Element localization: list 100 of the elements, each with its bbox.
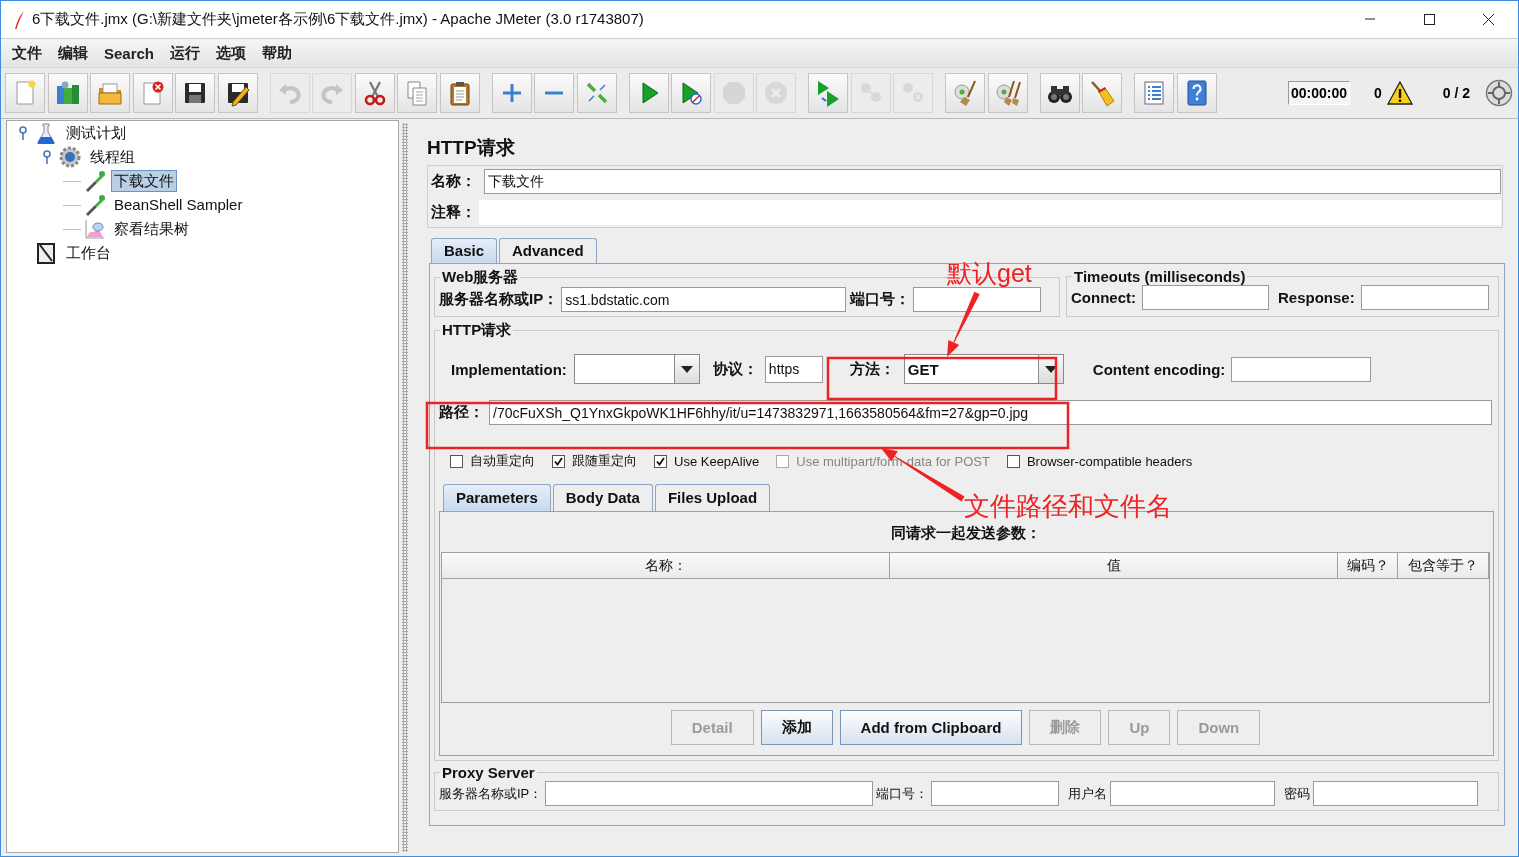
method-dropdown[interactable]: GET	[903, 354, 1064, 384]
group-title: Web服务器	[441, 268, 520, 287]
text-field[interactable]	[931, 781, 1060, 806]
menu-item[interactable]: 选项	[208, 43, 255, 63]
menu-item[interactable]: 帮助	[254, 43, 301, 63]
chart-icon	[83, 218, 105, 240]
help-book-button[interactable]	[1176, 73, 1217, 113]
tree-item[interactable]: BeanShell Sampler	[111, 194, 246, 216]
column-header: 值	[890, 553, 1338, 578]
menu-item[interactable]: 编辑	[50, 43, 96, 63]
field-label: Response:	[1278, 289, 1355, 306]
broom-gear-icon	[951, 79, 979, 107]
caret-icon	[1044, 365, 1057, 373]
field-label: 名称：	[431, 172, 476, 191]
action-button[interactable]: Add from Clipboard	[839, 710, 1023, 745]
field-label: 路径：	[439, 403, 484, 422]
field-label: 端口号：	[876, 784, 929, 803]
brooms-gear-button[interactable]	[987, 73, 1028, 113]
expanded-handle-icon[interactable]	[42, 150, 52, 164]
list-button[interactable]	[1134, 73, 1174, 113]
tab[interactable]: Files Upload	[654, 484, 771, 511]
checkbox-label: Use KeepAlive	[674, 453, 760, 469]
response-field[interactable]	[1360, 285, 1489, 310]
field-label: 服务器名称或IP：	[439, 290, 559, 309]
plus-button[interactable]	[491, 73, 532, 113]
port-field[interactable]	[913, 287, 1042, 312]
tree-item[interactable]: 测试计划	[63, 122, 129, 144]
menu-item[interactable]: Search	[96, 44, 163, 62]
tab[interactable]: Body Data	[552, 484, 653, 511]
field-label: 服务器名称或IP：	[439, 784, 543, 803]
maximize-icon	[1423, 13, 1436, 26]
group-title: Timeouts (milliseconds)	[1073, 268, 1247, 285]
close-icon	[1482, 13, 1495, 26]
name-field[interactable]: 下载文件	[484, 169, 1501, 194]
tree-item[interactable]: 下载文件	[111, 170, 177, 192]
text-field[interactable]	[1110, 781, 1276, 806]
checkbox-label: Browser-compatible headers	[1026, 453, 1193, 469]
check-icon	[656, 456, 665, 466]
tree-item[interactable]: 察看结果树	[111, 218, 192, 240]
expanded-handle-icon[interactable]	[18, 126, 28, 140]
broom-gear-button[interactable]	[945, 73, 985, 113]
tree-item[interactable]: 线程组	[87, 146, 138, 168]
encoding-field[interactable]	[1231, 356, 1372, 382]
thread-count: 0 / 2	[1442, 85, 1470, 101]
checkbox-label: 自动重定向	[470, 452, 535, 470]
window-title: 6下载文件.jmx (G:\新建文件夹\jmeter各示例\6下载文件.jmx) - Apache JMeter (3.0 r1743807)	[32, 10, 644, 29]
group-title: Proxy Server	[441, 764, 536, 781]
scissors-button[interactable]	[354, 73, 395, 113]
arrow	[947, 291, 980, 357]
checkbox[interactable]	[654, 454, 667, 468]
floppy-pencil-button[interactable]	[217, 73, 258, 113]
tab[interactable]: Parameters	[443, 484, 551, 511]
minus-button[interactable]	[534, 73, 574, 113]
implementation-dropdown[interactable]	[573, 354, 700, 384]
text-field[interactable]	[545, 781, 874, 806]
connect-field[interactable]	[1142, 285, 1269, 310]
folder-button[interactable]	[90, 73, 130, 113]
minus-icon	[545, 91, 563, 95]
field-label: 注释：	[431, 203, 476, 222]
books-button[interactable]	[47, 73, 88, 113]
menu-item[interactable]: 运行	[162, 43, 209, 63]
toggle-button[interactable]	[576, 73, 617, 113]
play-button[interactable]	[628, 73, 669, 113]
remote-play-button[interactable]	[808, 73, 848, 113]
tab[interactable]: Advanced	[499, 238, 597, 263]
play-no-timer-button[interactable]	[671, 73, 711, 113]
field-label: Connect:	[1071, 289, 1136, 306]
column-header: 包含等于？	[1398, 553, 1489, 578]
gear-icon	[59, 146, 81, 168]
callout-text: 文件路径和文件名	[964, 493, 1172, 519]
binoculars-button[interactable]	[1039, 73, 1080, 113]
server-field[interactable]: ss1.bdstatic.com	[561, 287, 847, 312]
menu-item[interactable]: 文件	[4, 43, 50, 63]
field-label: Content encoding:	[1092, 360, 1226, 378]
broom-button[interactable]	[1082, 73, 1122, 113]
group-title: HTTP请求	[441, 321, 513, 340]
splitter-handle[interactable]	[402, 123, 408, 852]
field-label: 端口号：	[850, 290, 911, 309]
tree-item[interactable]: 工作台	[63, 242, 114, 264]
check-icon	[554, 456, 563, 466]
protocol-field[interactable]: https	[764, 355, 823, 383]
checkbox[interactable]	[450, 454, 463, 468]
checkbox[interactable]	[552, 454, 565, 468]
checkbox[interactable]	[1006, 454, 1020, 468]
table-caption: 同请求一起发送参数：	[889, 523, 1042, 543]
blank-page-button[interactable]	[5, 73, 45, 113]
callout-text: 默认get	[947, 261, 1032, 286]
column-header: 名称：	[442, 553, 890, 578]
elapsed-time: 00:00:00	[1287, 81, 1350, 105]
plus-icon	[502, 84, 521, 102]
warning-icon	[1386, 81, 1413, 105]
text-field[interactable]	[1313, 781, 1479, 806]
clipboard-button[interactable]	[439, 73, 480, 113]
flask-icon	[35, 122, 57, 144]
comments-field[interactable]	[479, 200, 1501, 225]
tab[interactable]: Basic	[431, 238, 498, 263]
action-button[interactable]: 添加	[760, 710, 833, 745]
page-close-button[interactable]	[132, 73, 173, 113]
path-field[interactable]: /70cFuXSh_Q1YnxGkpoWK1HF6hhy/it/u=1473832971,1663580564&fm=27&gp=0.jpg	[489, 400, 1492, 425]
floppy-disk-button[interactable]	[175, 73, 215, 113]
